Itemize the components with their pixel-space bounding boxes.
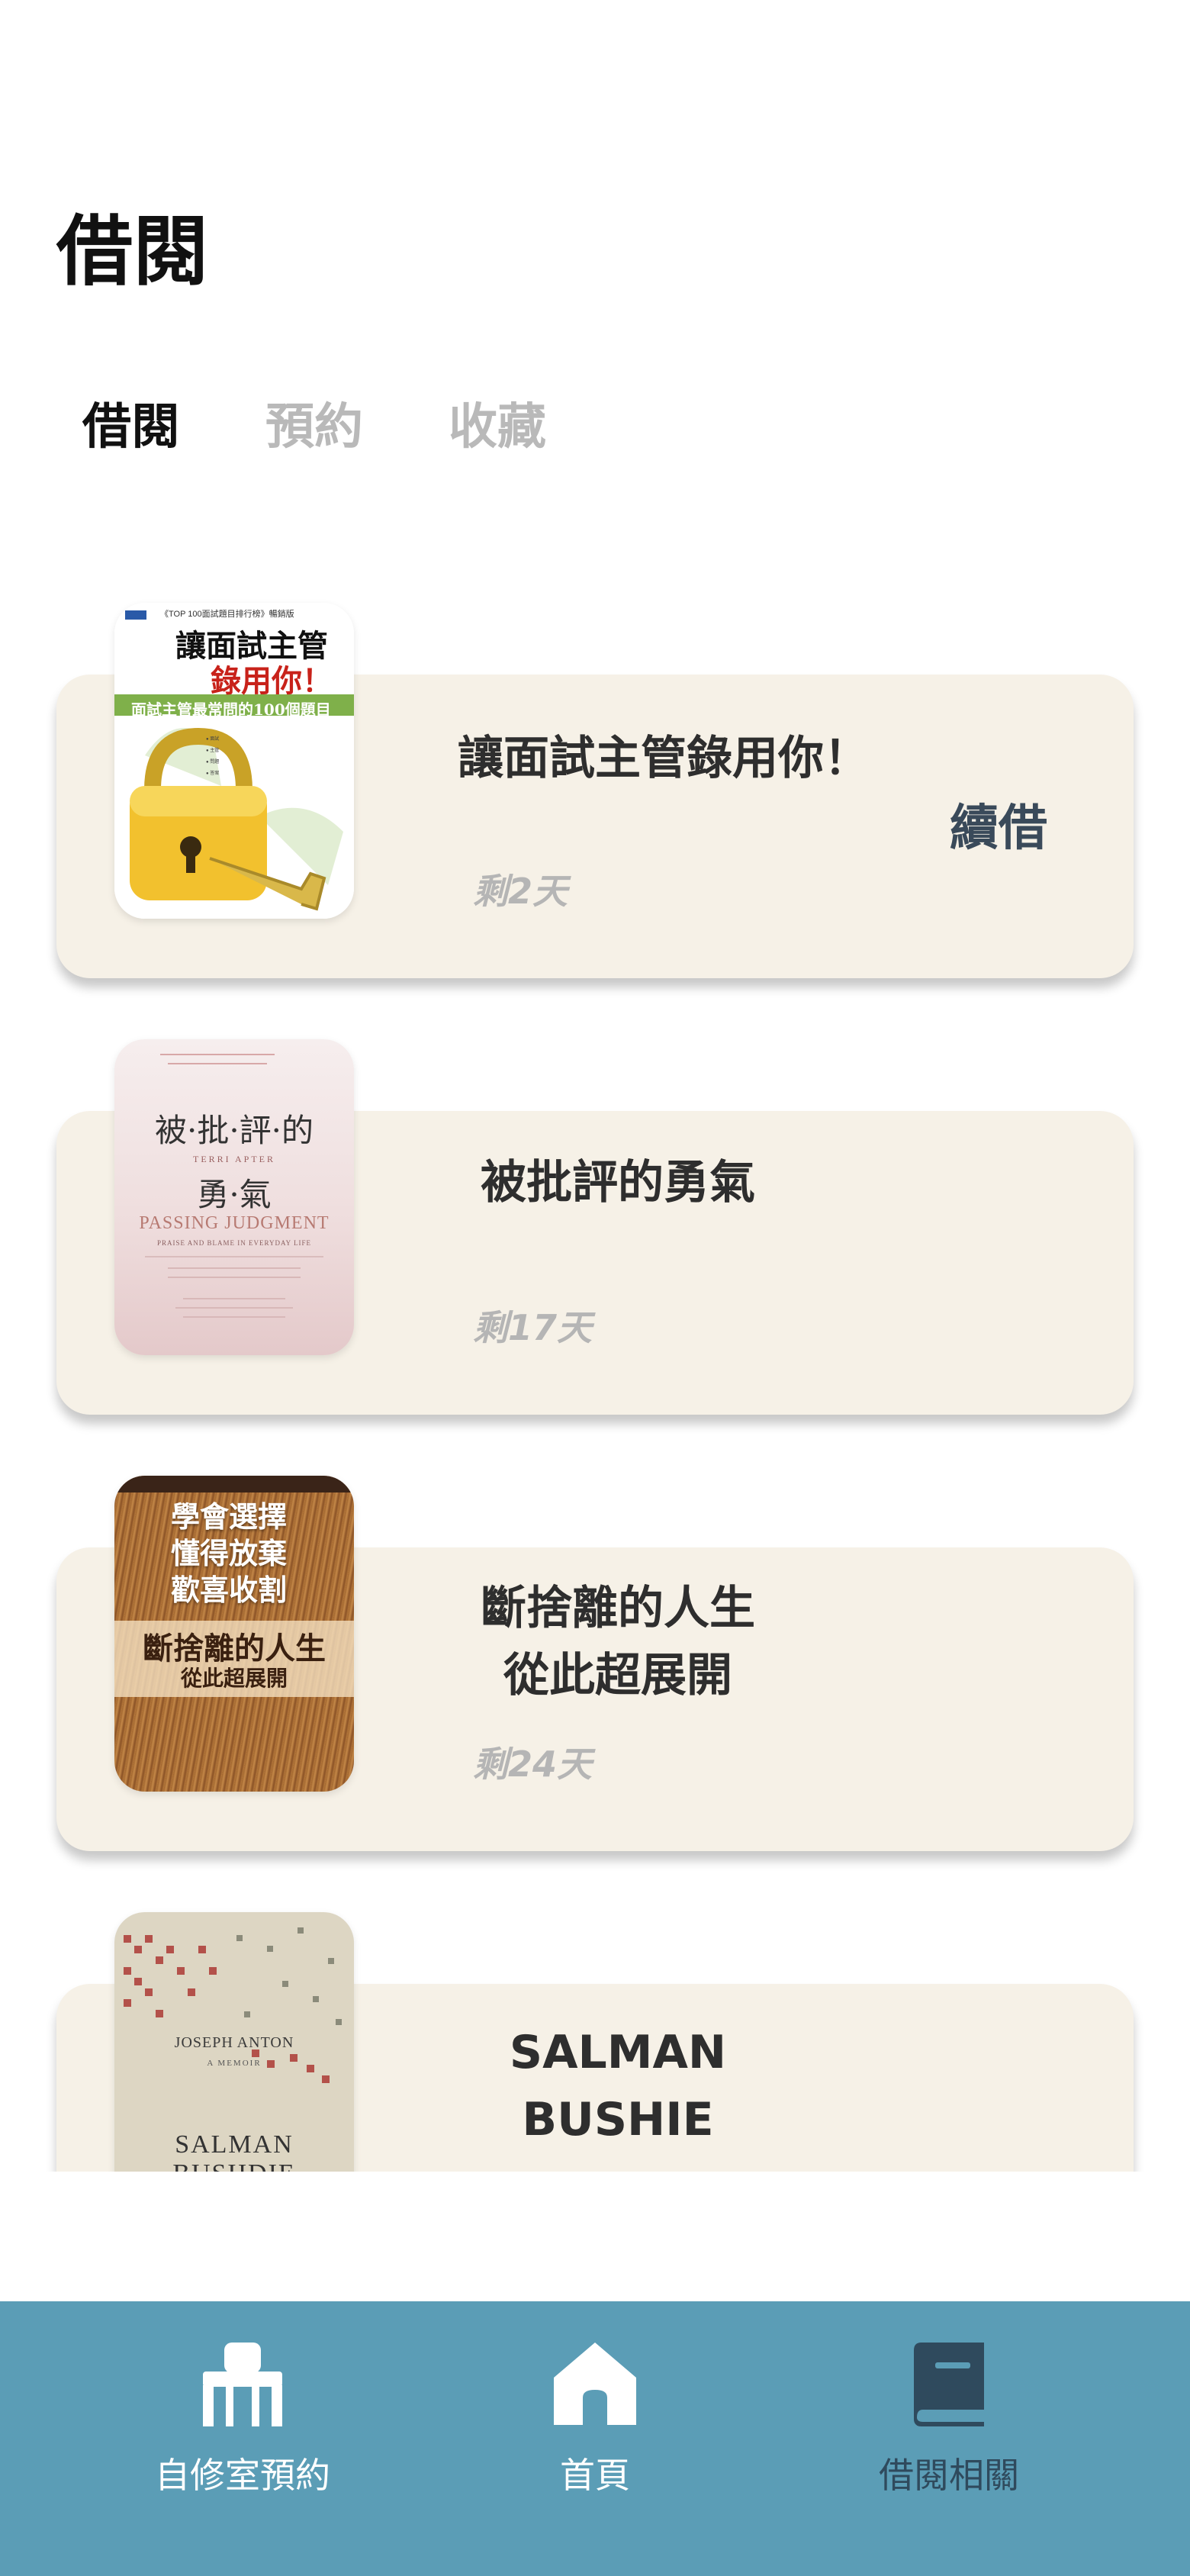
nav-study-room[interactable]: 自修室預約 — [90, 2339, 395, 2498]
nav-borrowing[interactable]: 借閱相關 — [796, 2339, 1102, 2498]
tab-borrow[interactable]: 借閱 — [82, 403, 265, 452]
cover-band: 面試主管最常問的100個題目 — [131, 700, 331, 719]
days-remaining: 剩2天 — [473, 871, 568, 912]
nav-label-borrowing: 借閱相關 — [879, 2455, 1019, 2496]
list-item[interactable]: ● 面試 ● 主管 ● 問題 ● 答案 《TOP 100面試題目排行榜》暢銷版 讓面… — [0, 603, 1190, 1000]
book-title: SALMAN BUSHIE — [509, 2026, 727, 2146]
list-item[interactable]: 被·批·評·的 TERRI APTER 勇·氣 PASSING JUDGMENT… — [0, 1039, 1190, 1436]
cover-title-red: 錄用你！ — [211, 663, 333, 699]
list-item[interactable]: 學會選擇 懂得放棄 歡喜收割 斷捨離的人生 從此超展開 斷捨離的人生 從此超展開… — [0, 1476, 1190, 1872]
svg-text:● 問題: ● 問題 — [206, 759, 219, 765]
svg-text:● 面試: ● 面試 — [206, 736, 219, 742]
book-cover: 學會選擇 懂得放棄 歡喜收割 斷捨離的人生 從此超展開 — [114, 1476, 354, 1792]
desk-chair-icon — [203, 2343, 282, 2426]
book-title: 斷捨離的人生 從此超展開 — [481, 1582, 755, 1702]
tab-reserve[interactable]: 預約 — [265, 403, 449, 452]
cover-subtitle: 從此超展開 — [180, 1666, 288, 1691]
book-title: 讓面試主管錄用你！ — [458, 732, 870, 785]
cover-author-last: BUSHDIE — [114, 2159, 354, 2172]
cover-subtitle: A MEMOIR — [207, 2059, 262, 2068]
bottom-navigation: 自修室預約 首頁 借閱相關 — [0, 2301, 1190, 2576]
days-remaining: 剩24天 — [473, 1744, 593, 1785]
cover-title: JOSEPH ANTON — [174, 2034, 294, 2051]
nav-label-study-room: 自修室預約 — [155, 2455, 330, 2496]
book-title: 被批評的勇氣 — [481, 1156, 755, 1209]
cover-top-line: 《TOP 100面試題目排行榜》暢銷版 — [160, 610, 294, 619]
svg-text:● 答案: ● 答案 — [206, 770, 219, 776]
nav-home[interactable]: 首頁 — [442, 2339, 748, 2498]
tab-bar: 借閱 預約 收藏 — [82, 403, 632, 452]
svg-text:● 主管: ● 主管 — [206, 747, 219, 753]
tab-favorites[interactable]: 收藏 — [449, 403, 632, 452]
list-item[interactable]: JOSEPH ANTON A MEMOIR SALMAN BUSHDIE SAL… — [0, 1912, 1190, 2172]
borrow-list[interactable]: ● 面試 ● 主管 ● 問題 ● 答案 《TOP 100面試題目排行榜》暢銷版 讓面… — [0, 580, 1190, 2172]
renew-button[interactable]: 續借 — [950, 789, 1047, 859]
cover-author-first: SALMAN — [175, 2130, 294, 2159]
book-icon — [914, 2343, 984, 2426]
cover-line-2: 懂得放棄 — [171, 1536, 288, 1570]
book-cover: ● 面試 ● 主管 ● 問題 ● 答案 《TOP 100面試題目排行榜》暢銷版 讓面… — [114, 603, 354, 919]
book-cover: JOSEPH ANTON A MEMOIR SALMAN BUSHDIE — [114, 1912, 354, 2172]
days-remaining: 剩17天 — [473, 1307, 593, 1348]
home-icon — [554, 2343, 636, 2425]
book-cover: 被·批·評·的 TERRI APTER 勇·氣 PASSING JUDGMENT… — [114, 1039, 354, 1355]
nav-label-home: 首頁 — [560, 2455, 630, 2496]
page-title: 借閱 — [56, 207, 209, 296]
cover-line-1: 學會選擇 — [171, 1499, 288, 1534]
cover-decoration — [145, 1054, 323, 1318]
cover-line-3: 歡喜收割 — [171, 1573, 288, 1607]
